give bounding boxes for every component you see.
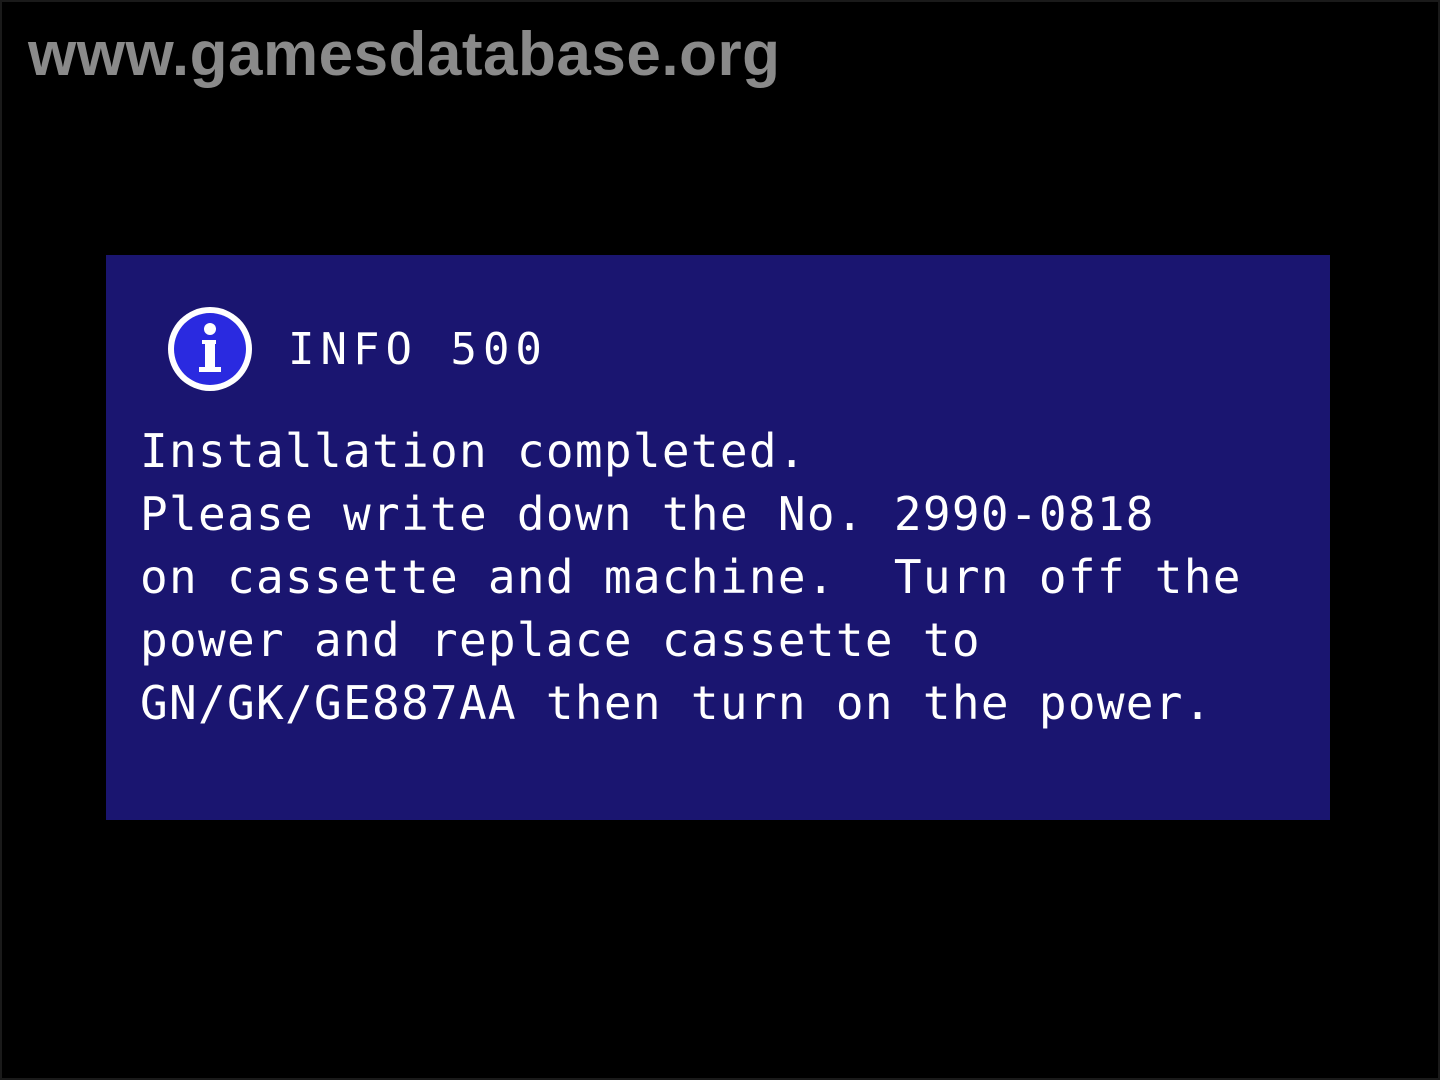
message-line: Please write down the No. 2990-0818: [140, 487, 1155, 541]
info-icon: [168, 307, 252, 391]
message-line: on cassette and machine. Turn off the: [140, 550, 1242, 604]
info-dialog: INFO 500 Installation completed. Please …: [106, 255, 1330, 820]
game-screen: www.gamesdatabase.org INFO 500 Installat…: [0, 0, 1440, 1080]
message-line: power and replace cassette to: [140, 613, 981, 667]
dialog-title: INFO 500: [288, 323, 548, 375]
watermark-text: www.gamesdatabase.org: [28, 20, 781, 89]
dialog-message: Installation completed. Please write dow…: [140, 420, 1300, 735]
message-line: Installation completed.: [140, 424, 807, 478]
dialog-header: INFO 500: [168, 303, 548, 395]
message-line: GN/GK/GE887AA then turn on the power.: [140, 676, 1213, 730]
